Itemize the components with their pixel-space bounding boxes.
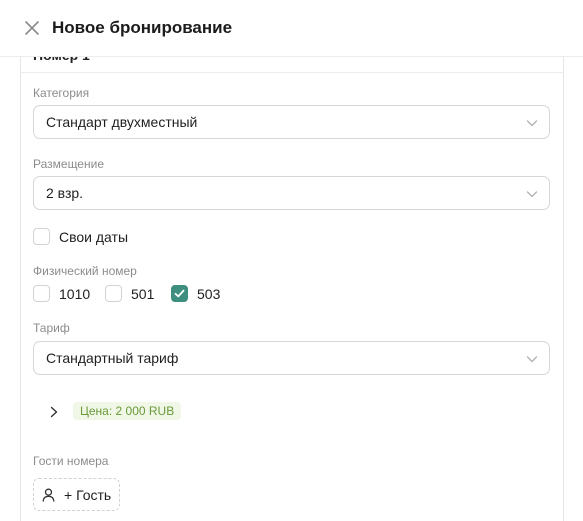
tariff-label: Тариф bbox=[33, 321, 70, 335]
chevron-down-icon bbox=[526, 356, 538, 363]
chevron-down-icon bbox=[526, 191, 538, 198]
price-badge: Цена: 2 000 RUB bbox=[73, 402, 182, 420]
user-icon bbox=[42, 488, 55, 502]
category-value: Стандарт двухместный bbox=[46, 114, 198, 130]
close-icon[interactable] bbox=[23, 19, 41, 37]
room-1010-label: 1010 bbox=[59, 286, 91, 302]
chevron-down-icon bbox=[526, 120, 538, 127]
guests-label: Гости номера bbox=[33, 454, 109, 468]
room-503-label: 503 bbox=[197, 286, 221, 302]
category-select[interactable]: Стандарт двухместный bbox=[33, 105, 550, 139]
room-501-checkbox[interactable] bbox=[105, 285, 122, 302]
check-icon bbox=[174, 289, 185, 298]
own-dates-label: Свои даты bbox=[59, 229, 129, 245]
room-1010-checkbox[interactable] bbox=[33, 285, 50, 302]
room-501-label: 501 bbox=[131, 286, 155, 302]
card-divider bbox=[21, 72, 563, 73]
tariff-value: Стандартный тариф bbox=[46, 350, 179, 366]
room-503-checkbox[interactable] bbox=[171, 285, 188, 302]
chevron-right-icon[interactable] bbox=[48, 405, 60, 419]
tariff-select[interactable]: Стандартный тариф bbox=[33, 341, 550, 375]
add-guest-button[interactable]: + Гость bbox=[33, 478, 120, 511]
modal-header: Новое бронирование bbox=[0, 0, 583, 57]
page-title: Новое бронирование bbox=[52, 18, 233, 37]
placement-value: 2 взр. bbox=[46, 185, 84, 201]
placement-label: Размещение bbox=[33, 157, 104, 171]
add-guest-label: + Гость bbox=[64, 487, 112, 503]
category-label: Категория bbox=[33, 86, 90, 100]
placement-select[interactable]: 2 взр. bbox=[33, 176, 550, 210]
physical-room-label: Физический номер bbox=[33, 264, 137, 278]
own-dates-checkbox[interactable] bbox=[33, 228, 50, 245]
